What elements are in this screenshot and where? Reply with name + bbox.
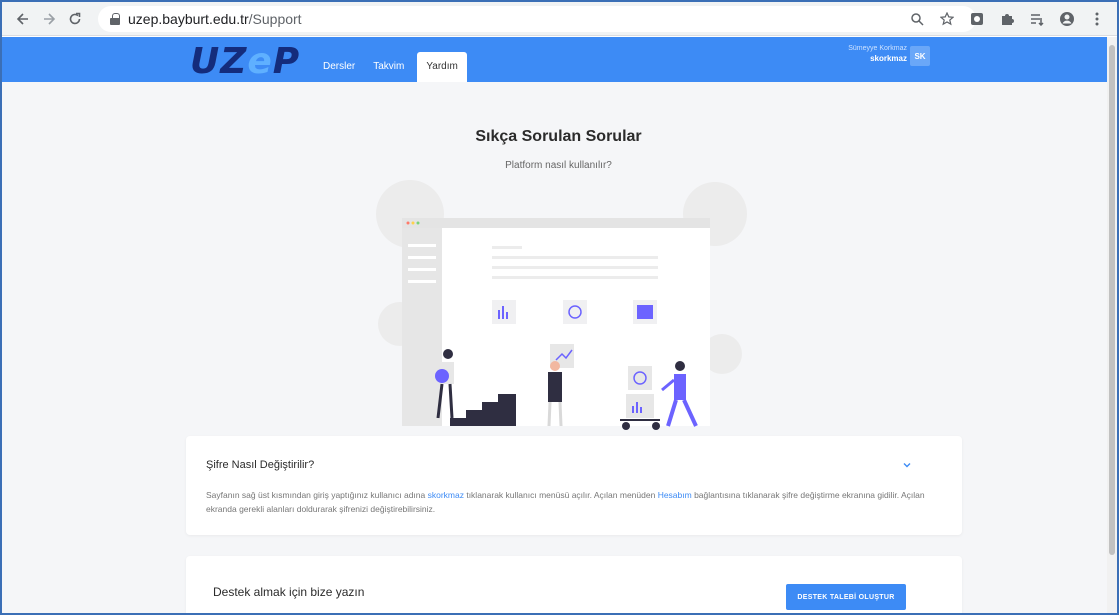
- browser-toolbar: uzep.bayburt.edu.tr/Support: [2, 2, 1117, 36]
- help-illustration: [376, 180, 747, 430]
- user-fullname: Sümeyye Korkmaz: [848, 45, 907, 52]
- reading-list-icon[interactable]: [1023, 6, 1051, 32]
- logo-text-uz: UZ: [190, 41, 248, 82]
- faq-username-link[interactable]: skorkmaz: [428, 490, 464, 500]
- zoom-icon[interactable]: [903, 6, 931, 32]
- nav-tab-dersler[interactable]: Dersler: [314, 52, 364, 82]
- menu-icon[interactable]: [1083, 6, 1111, 32]
- star-icon[interactable]: [933, 6, 961, 32]
- faq-item[interactable]: Şifre Nasıl Değiştirilir? Sayfanın sağ ü…: [186, 436, 962, 535]
- chevron-down-icon[interactable]: [902, 460, 912, 470]
- faq-question[interactable]: Şifre Nasıl Değiştirilir?: [206, 459, 314, 471]
- reload-icon[interactable]: [62, 6, 88, 32]
- support-page: Sıkça Sorulan Sorular Platform nasıl kul…: [2, 82, 1107, 613]
- page-subtitle: Platform nasıl kullanılır?: [505, 160, 612, 171]
- app-header: UZeP Dersler Takvim Yardım Sümeyye Korkm…: [2, 37, 1107, 82]
- create-support-ticket-button[interactable]: DESTEK TALEBİ OLUŞTUR: [786, 584, 906, 610]
- nav-tab-yardim[interactable]: Yardım: [417, 52, 467, 82]
- forward-arrow-icon[interactable]: [36, 6, 62, 32]
- user-login: skorkmaz: [870, 54, 907, 63]
- user-menu[interactable]: Sümeyye Korkmaz skorkmaz: [848, 45, 907, 63]
- url-host: uzep.bayburt.edu.tr: [128, 11, 249, 27]
- page-scrollbar[interactable]: [1107, 37, 1117, 613]
- page-title: Sıkça Sorulan Sorular: [475, 128, 642, 145]
- profile-icon[interactable]: [1053, 6, 1081, 32]
- support-title: Destek almak için bize yazın: [213, 585, 365, 599]
- faq-answer-text-1: Sayfanın sağ üst kısmından giriş yaptığı…: [206, 490, 428, 500]
- url-path: /Support: [248, 11, 302, 27]
- back-arrow-icon[interactable]: [10, 6, 36, 32]
- screenshot-frame: uzep.bayburt.edu.tr/Support UZeP Dersler…: [0, 0, 1119, 615]
- faq-account-link[interactable]: Hesabım: [658, 490, 692, 500]
- scrollbar-thumb[interactable]: [1109, 45, 1115, 555]
- extension-icon[interactable]: [963, 6, 991, 32]
- faq-answer-text-2: tıklanarak kullanıcı menüsü açılır. Açıl…: [463, 490, 658, 500]
- logo-text-p: P: [272, 41, 301, 82]
- uzep-logo[interactable]: UZeP: [190, 41, 300, 82]
- nav-tab-takvim[interactable]: Takvim: [364, 52, 413, 82]
- avatar[interactable]: SK: [910, 46, 930, 66]
- address-bar[interactable]: uzep.bayburt.edu.tr/Support: [98, 6, 976, 32]
- lock-icon: [110, 13, 120, 25]
- main-nav: Dersler Takvim Yardım: [314, 52, 467, 82]
- faq-answer: Sayfanın sağ üst kısmından giriş yaptığı…: [206, 488, 926, 516]
- logo-text-e: e: [247, 41, 273, 82]
- puzzle-icon[interactable]: [993, 6, 1021, 32]
- support-card: Destek almak için bize yazın DESTEK TALE…: [186, 556, 962, 613]
